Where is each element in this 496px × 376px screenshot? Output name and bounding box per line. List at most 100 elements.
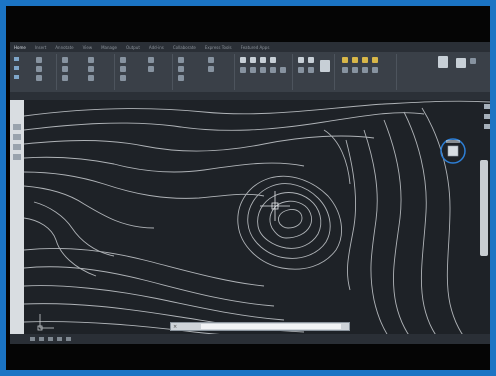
drawing-canvas[interactable] [24, 100, 490, 344]
command-line[interactable]: × [170, 322, 350, 331]
tool-icon[interactable] [36, 57, 42, 63]
tool-icon [14, 75, 19, 79]
tool-icon[interactable] [88, 57, 94, 63]
ribbon-tab[interactable]: View [83, 45, 93, 50]
tool-icon[interactable] [88, 75, 94, 81]
tool-icon[interactable] [298, 67, 304, 73]
ribbon-tab[interactable]: Featured Apps [241, 45, 270, 50]
tool-icon[interactable] [36, 66, 42, 72]
tool-icon[interactable] [372, 57, 378, 63]
contour-line [345, 139, 356, 291]
close-icon[interactable]: × [173, 324, 177, 330]
tool-icon [14, 66, 19, 70]
tool-icon[interactable] [342, 57, 348, 63]
large-tool-icon[interactable] [456, 58, 466, 68]
ribbon-button[interactable] [14, 74, 19, 80]
tool-icon[interactable] [250, 67, 256, 73]
ribbon-panel [398, 54, 486, 90]
status-toggle[interactable] [48, 337, 53, 341]
tool-icon[interactable] [120, 66, 126, 72]
ribbon-tab[interactable]: Collaborate [173, 45, 196, 50]
tool-icon[interactable] [240, 67, 246, 73]
tool-icon[interactable] [240, 57, 246, 63]
status-toggle[interactable] [39, 337, 44, 341]
ribbon-button[interactable] [14, 56, 19, 62]
drawing-tab-bar [10, 92, 490, 100]
tool-icon[interactable] [298, 57, 304, 63]
tool-icon[interactable] [270, 57, 276, 63]
cad-window: Home Insert Annotate View Manage Output … [10, 42, 490, 344]
status-bar [10, 334, 490, 344]
tool-icon[interactable] [470, 58, 476, 64]
ribbon-panel [294, 54, 335, 90]
ribbon-tab-bar: Home Insert Annotate View Manage Output … [10, 42, 490, 52]
palette-tool[interactable] [13, 144, 21, 150]
status-toggle[interactable] [57, 337, 62, 341]
tool-icon[interactable] [62, 57, 68, 63]
palette-tool[interactable] [13, 134, 21, 140]
tool-icon[interactable] [148, 66, 154, 72]
tool-icon[interactable] [280, 67, 286, 73]
tool-icon[interactable] [120, 57, 126, 63]
tool-icon[interactable] [362, 67, 368, 73]
contour-line [247, 183, 331, 259]
contour-drawing [24, 100, 490, 344]
viewcube-icon[interactable] [438, 136, 468, 166]
tool-icon[interactable] [208, 57, 214, 63]
tool-icon[interactable] [308, 67, 314, 73]
tool-icon[interactable] [88, 66, 94, 72]
ribbon-panel [116, 54, 173, 90]
nav-tool[interactable] [484, 104, 490, 109]
tool-icon[interactable] [372, 67, 378, 73]
tool-icon[interactable] [62, 66, 68, 72]
tool-icon[interactable] [362, 57, 368, 63]
tool-icon[interactable] [352, 57, 358, 63]
status-toggle[interactable] [66, 337, 71, 341]
tool-icon[interactable] [148, 57, 154, 63]
tool-icon[interactable] [178, 66, 184, 72]
nav-tool[interactable] [484, 114, 490, 119]
tool-icon[interactable] [36, 75, 42, 81]
scroll-panel[interactable] [480, 160, 488, 256]
tool-icon[interactable] [178, 57, 184, 63]
tool-icon[interactable] [62, 75, 68, 81]
ribbon-tab[interactable]: Express Tools [205, 45, 232, 50]
contour-line [323, 129, 351, 185]
left-palette [10, 100, 24, 344]
ribbon-tab[interactable]: Add-ins [149, 45, 164, 50]
ribbon-tab[interactable]: Manage [101, 45, 117, 50]
tool-icon[interactable] [308, 57, 314, 63]
palette-tool[interactable] [13, 154, 21, 160]
ribbon-tab[interactable]: Annotate [55, 45, 73, 50]
tool-icon[interactable] [208, 66, 214, 72]
ribbon [10, 52, 490, 93]
ribbon-tab[interactable]: Output [126, 45, 140, 50]
navigation-bar [484, 102, 490, 146]
large-tool-icon[interactable] [438, 56, 448, 68]
tool-icon[interactable] [352, 67, 358, 73]
contour-line [237, 175, 343, 270]
crosshair-cursor-icon [260, 191, 290, 221]
tool-icon[interactable] [342, 67, 348, 73]
ribbon-tab[interactable]: Home [14, 45, 26, 50]
tool-icon [14, 57, 19, 61]
large-tool-icon[interactable] [320, 60, 330, 72]
contour-line [363, 129, 395, 344]
nav-tool[interactable] [484, 124, 490, 129]
ribbon-panel [174, 54, 235, 90]
tool-icon[interactable] [260, 67, 266, 73]
command-input[interactable] [201, 324, 341, 329]
ribbon-tab[interactable]: Insert [35, 45, 46, 50]
tool-icon[interactable] [178, 75, 184, 81]
palette-tool[interactable] [13, 124, 21, 130]
tool-icon[interactable] [250, 57, 256, 63]
photo-frame: Home Insert Annotate View Manage Output … [0, 0, 496, 376]
tool-icon[interactable] [120, 75, 126, 81]
contour-line [24, 156, 305, 173]
tool-icon[interactable] [270, 67, 276, 73]
status-toggle[interactable] [30, 337, 35, 341]
contour-line [33, 201, 115, 257]
ribbon-button[interactable] [14, 65, 19, 71]
contour-line [24, 135, 375, 152]
tool-icon[interactable] [260, 57, 266, 63]
